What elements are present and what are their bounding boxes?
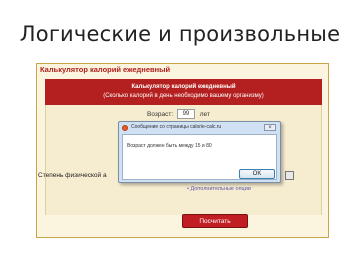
calculator-banner: Калькулятор калорий ежедневный (Сколько … <box>45 79 322 105</box>
close-button[interactable]: × <box>264 124 276 131</box>
dialog-title: Сообщение со страницы calorie-calc.ru <box>131 124 222 130</box>
calculator-header: Калькулятор калорий ежедневный <box>37 64 328 75</box>
activity-select[interactable] <box>285 171 294 180</box>
activity-label: Степень физической а <box>38 172 107 179</box>
dialog-titlebar: Сообщение со страницы calorie-calc.ru × <box>119 122 280 134</box>
alert-dialog: Сообщение со страницы calorie-calc.ru × … <box>118 121 281 183</box>
age-label: Возраст: <box>147 111 174 118</box>
age-input[interactable]: 99 <box>176 109 195 120</box>
extra-options-link[interactable]: • Дополнительные опции <box>187 186 251 192</box>
dialog-body: Возраст должен быть между 15 и 80 OK <box>122 134 277 180</box>
banner-subtitle: (Сколько калорий в день необходимо вашем… <box>103 93 264 99</box>
slide-title: Логические и произвольные <box>19 22 341 46</box>
calculate-button[interactable]: Посчитать <box>182 214 248 228</box>
age-row: Возраст: 99 лет <box>147 109 210 121</box>
browser-icon <box>122 125 128 131</box>
age-unit: лет <box>199 111 210 118</box>
banner-title: Калькулятор калорий ежедневный <box>131 84 236 90</box>
ok-button[interactable]: OK <box>239 169 275 179</box>
dialog-message: Возраст должен быть между 15 и 80 <box>127 143 212 149</box>
